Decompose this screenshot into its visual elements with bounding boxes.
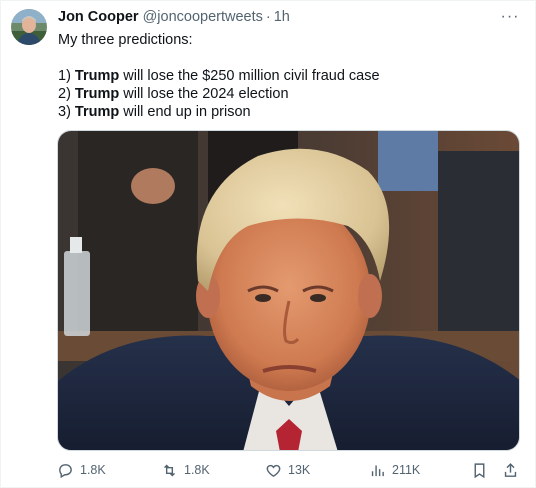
prediction-text: will end up in prison [119,104,251,120]
like-button[interactable]: 13K [265,459,310,481]
tweet-intro: My three predictions: [58,32,193,48]
like-count: 13K [288,463,311,477]
prediction-2: 2) Trump will lose the 2024 election [58,85,518,103]
bookmark-button[interactable] [471,459,488,481]
views-count: 211K [392,463,421,477]
tweet-header: Jon Cooper @joncoopertweets · 1h [58,9,290,27]
analytics-icon [371,465,384,476]
prediction-1: 1) Trump will lose the $250 million civi… [58,67,518,85]
more-button[interactable]: ··· [497,7,523,27]
action-bar: 1.8K 1.8K 13K 211K [57,459,523,481]
heart-icon [266,464,281,477]
separator-dot: · [265,9,271,25]
prediction-number: 1) [58,68,75,84]
tweet-photo[interactable] [57,130,520,451]
prediction-text: will lose the $250 million civil fraud c… [119,68,380,84]
tweet-text: My three predictions: 1) Trump will lose… [58,31,518,121]
author-name[interactable]: Jon Cooper [58,9,139,25]
tweet-card[interactable]: Jon Cooper @joncoopertweets · 1h ··· My … [0,0,536,488]
share-icon [504,462,517,477]
reply-button[interactable]: 1.8K [57,459,106,481]
prediction-text: will lose the 2024 election [119,86,289,102]
prediction-bold: Trump [74,86,120,102]
more-icon: ··· [500,8,520,25]
prediction-number: 3) [58,104,75,120]
views-button[interactable]: 211K [369,459,420,481]
prediction-number: 2) [58,86,75,102]
repost-icon [164,464,175,476]
prediction-bold: Trump [74,68,120,84]
reply-icon [59,463,72,478]
repost-button[interactable]: 1.8K [161,459,210,481]
prediction-bold: Trump [74,104,120,120]
prediction-3: 3) Trump will end up in prison [58,103,518,121]
avatar[interactable] [11,9,47,45]
repost-count: 1.8K [184,463,210,477]
reply-count: 1.8K [80,463,106,477]
bookmark-icon [474,462,485,478]
courtroom-photo [58,131,519,450]
timestamp[interactable]: 1h [274,9,290,25]
avatar-image [11,9,47,45]
author-handle[interactable]: @joncoopertweets [143,9,263,25]
share-button[interactable] [502,459,519,481]
